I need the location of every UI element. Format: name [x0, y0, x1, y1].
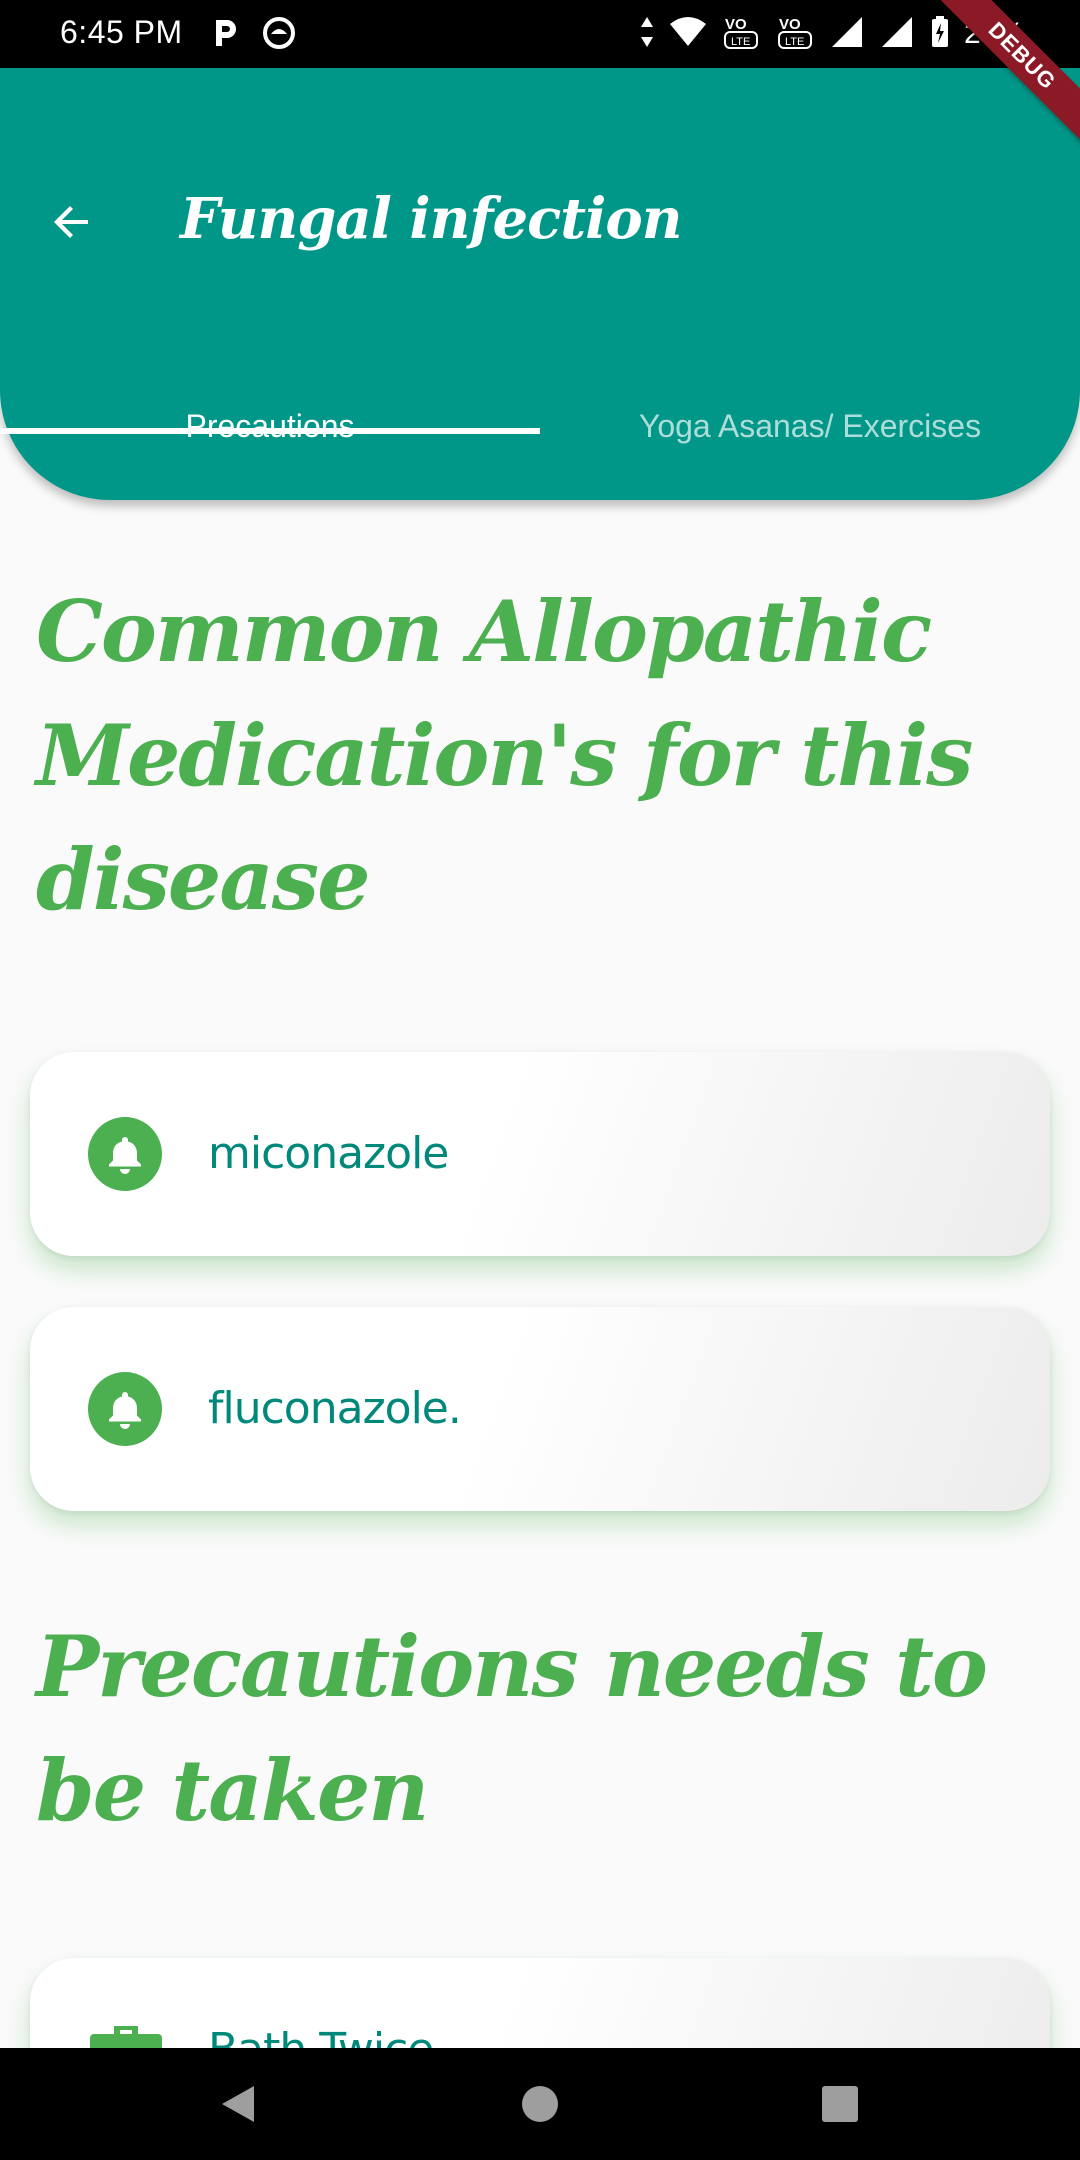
- svg-text:VO: VO: [779, 16, 801, 33]
- tab-indicator: [0, 428, 540, 434]
- tab-yoga-asanas-exercises[interactable]: Yoga Asanas/ Exercises: [540, 408, 1080, 445]
- nav-home-button[interactable]: [484, 2048, 596, 2160]
- arrow-back-icon: [54, 206, 88, 238]
- medication-label: fluconazole.: [208, 1383, 462, 1434]
- data-arrows-icon: [640, 15, 654, 54]
- section-heading-medications: Common Allopathic Medication's for this …: [36, 582, 973, 929]
- back-button[interactable]: [40, 190, 104, 254]
- signal-icon: [880, 15, 916, 54]
- nav-recents-button[interactable]: [784, 2048, 896, 2160]
- medication-card[interactable]: fluconazole.: [30, 1307, 1050, 1511]
- app-notification-icon: [262, 16, 296, 50]
- precautions-content[interactable]: Common Allopathic Medication's for this …: [0, 500, 1080, 2048]
- section-heading-precautions: Precautions needs to be taken: [36, 1617, 988, 1840]
- bell-icon: [88, 1372, 162, 1446]
- nav-back-button[interactable]: [182, 2048, 294, 2160]
- svg-text:VO: VO: [725, 16, 747, 33]
- recents-square-icon: [822, 2086, 858, 2122]
- precaution-label: Bath Twice: [208, 2024, 434, 2048]
- parking-app-icon: [208, 16, 242, 50]
- wifi-icon: [668, 16, 708, 53]
- back-triangle-icon: [222, 2086, 254, 2122]
- system-navigation-bar: [0, 2048, 1080, 2160]
- medication-card[interactable]: miconazole: [30, 1052, 1050, 1256]
- app-bar: Fungal infection Precautions Yoga Asanas…: [0, 68, 1080, 500]
- signal-icon: [830, 15, 866, 54]
- page-title: Fungal infection: [180, 186, 682, 252]
- bell-icon: [88, 1117, 162, 1191]
- status-bar: 6:45 PM VO LTE VO LTE DEBUG: [0, 0, 1080, 161]
- status-time: 6:45 PM: [60, 14, 183, 50]
- volte-lte-icon: VO LTE: [722, 14, 762, 55]
- precaution-card[interactable]: Bath Twice: [30, 1958, 1050, 2048]
- home-circle-icon: [522, 2086, 558, 2122]
- volte-lte-icon: VO LTE: [776, 14, 816, 55]
- svg-text:LTE: LTE: [731, 36, 750, 48]
- briefcase-icon: [88, 2022, 164, 2048]
- medication-label: miconazole: [208, 1128, 449, 1179]
- svg-text:LTE: LTE: [785, 36, 804, 48]
- tab-precautions[interactable]: Precautions: [0, 408, 540, 445]
- battery-charging-icon: [930, 15, 950, 54]
